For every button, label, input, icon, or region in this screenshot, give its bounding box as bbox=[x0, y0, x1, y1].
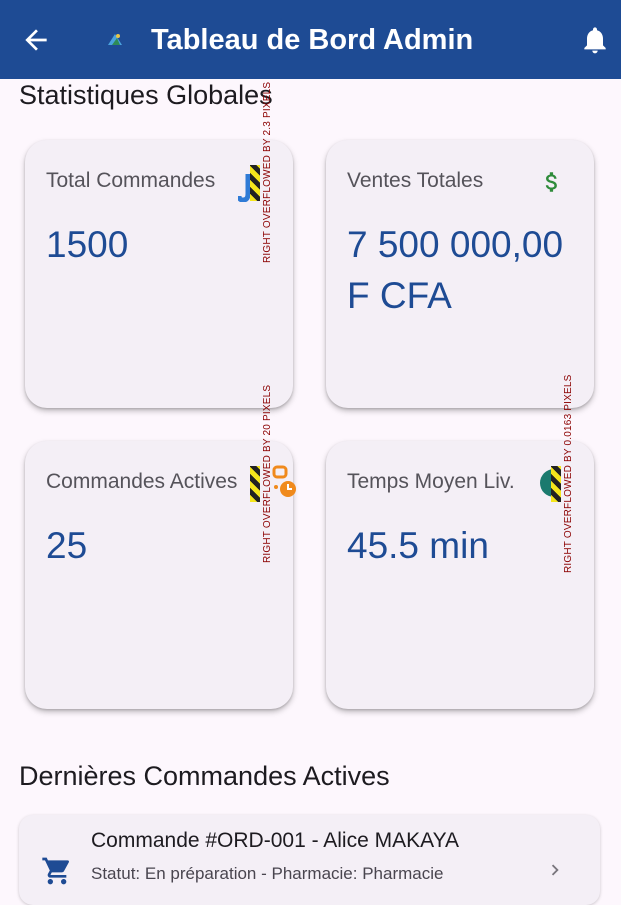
order-title: Commande #ORD-001 - Alice MAKAYA bbox=[91, 829, 460, 852]
overflow-indicator bbox=[551, 466, 561, 502]
chevron-right-icon bbox=[551, 864, 559, 876]
bell-icon[interactable] bbox=[579, 24, 611, 56]
overflow-warning: RIGHT OVERFLOWED BY 2.3 PIXELS bbox=[262, 81, 273, 263]
stats-section-title: Statistiques Globales bbox=[19, 80, 273, 110]
order-subtitle: Statut: En préparation - Pharmacie: Phar… bbox=[91, 864, 444, 883]
orders-section-title: Dernières Commandes Actives bbox=[19, 761, 390, 791]
stat-card-label: Temps Moyen Liv. bbox=[347, 470, 515, 493]
overflow-indicator bbox=[250, 466, 260, 502]
stat-card-label: Total Commandes bbox=[46, 169, 216, 192]
stat-card-value: 25 bbox=[46, 525, 88, 566]
shopping-cart-icon bbox=[42, 857, 70, 885]
page-title: Tableau de Bord Admin bbox=[151, 24, 474, 56]
app-bar: Tableau de Bord Admin bbox=[0, 0, 621, 79]
app-logo-icon bbox=[108, 34, 122, 45]
stat-card-total-sales: Ventes Totales 7 500 000,00 F CFA bbox=[326, 140, 594, 408]
stat-card-label: Ventes Totales bbox=[347, 169, 484, 192]
overflow-warning: RIGHT OVERFLOWED BY 20 PIXELS bbox=[262, 384, 273, 563]
arrow-back-icon[interactable] bbox=[20, 24, 52, 56]
stat-card-value: 45.5 min bbox=[347, 525, 489, 566]
stat-card-value: 7 500 000,00 F CFA bbox=[347, 224, 564, 316]
order-list-item[interactable]: Commande #ORD-001 - Alice MAKAYA Statut:… bbox=[19, 815, 600, 905]
stat-card-value: 1500 bbox=[46, 224, 129, 265]
overflow-warning: RIGHT OVERFLOWED BY 0.0163 PIXELS bbox=[563, 374, 574, 573]
delivery-timer-icon bbox=[272, 465, 296, 497]
dollar-icon bbox=[545, 172, 557, 192]
stat-card-label: Commandes Actives bbox=[46, 470, 238, 493]
overflow-indicator bbox=[250, 165, 260, 201]
